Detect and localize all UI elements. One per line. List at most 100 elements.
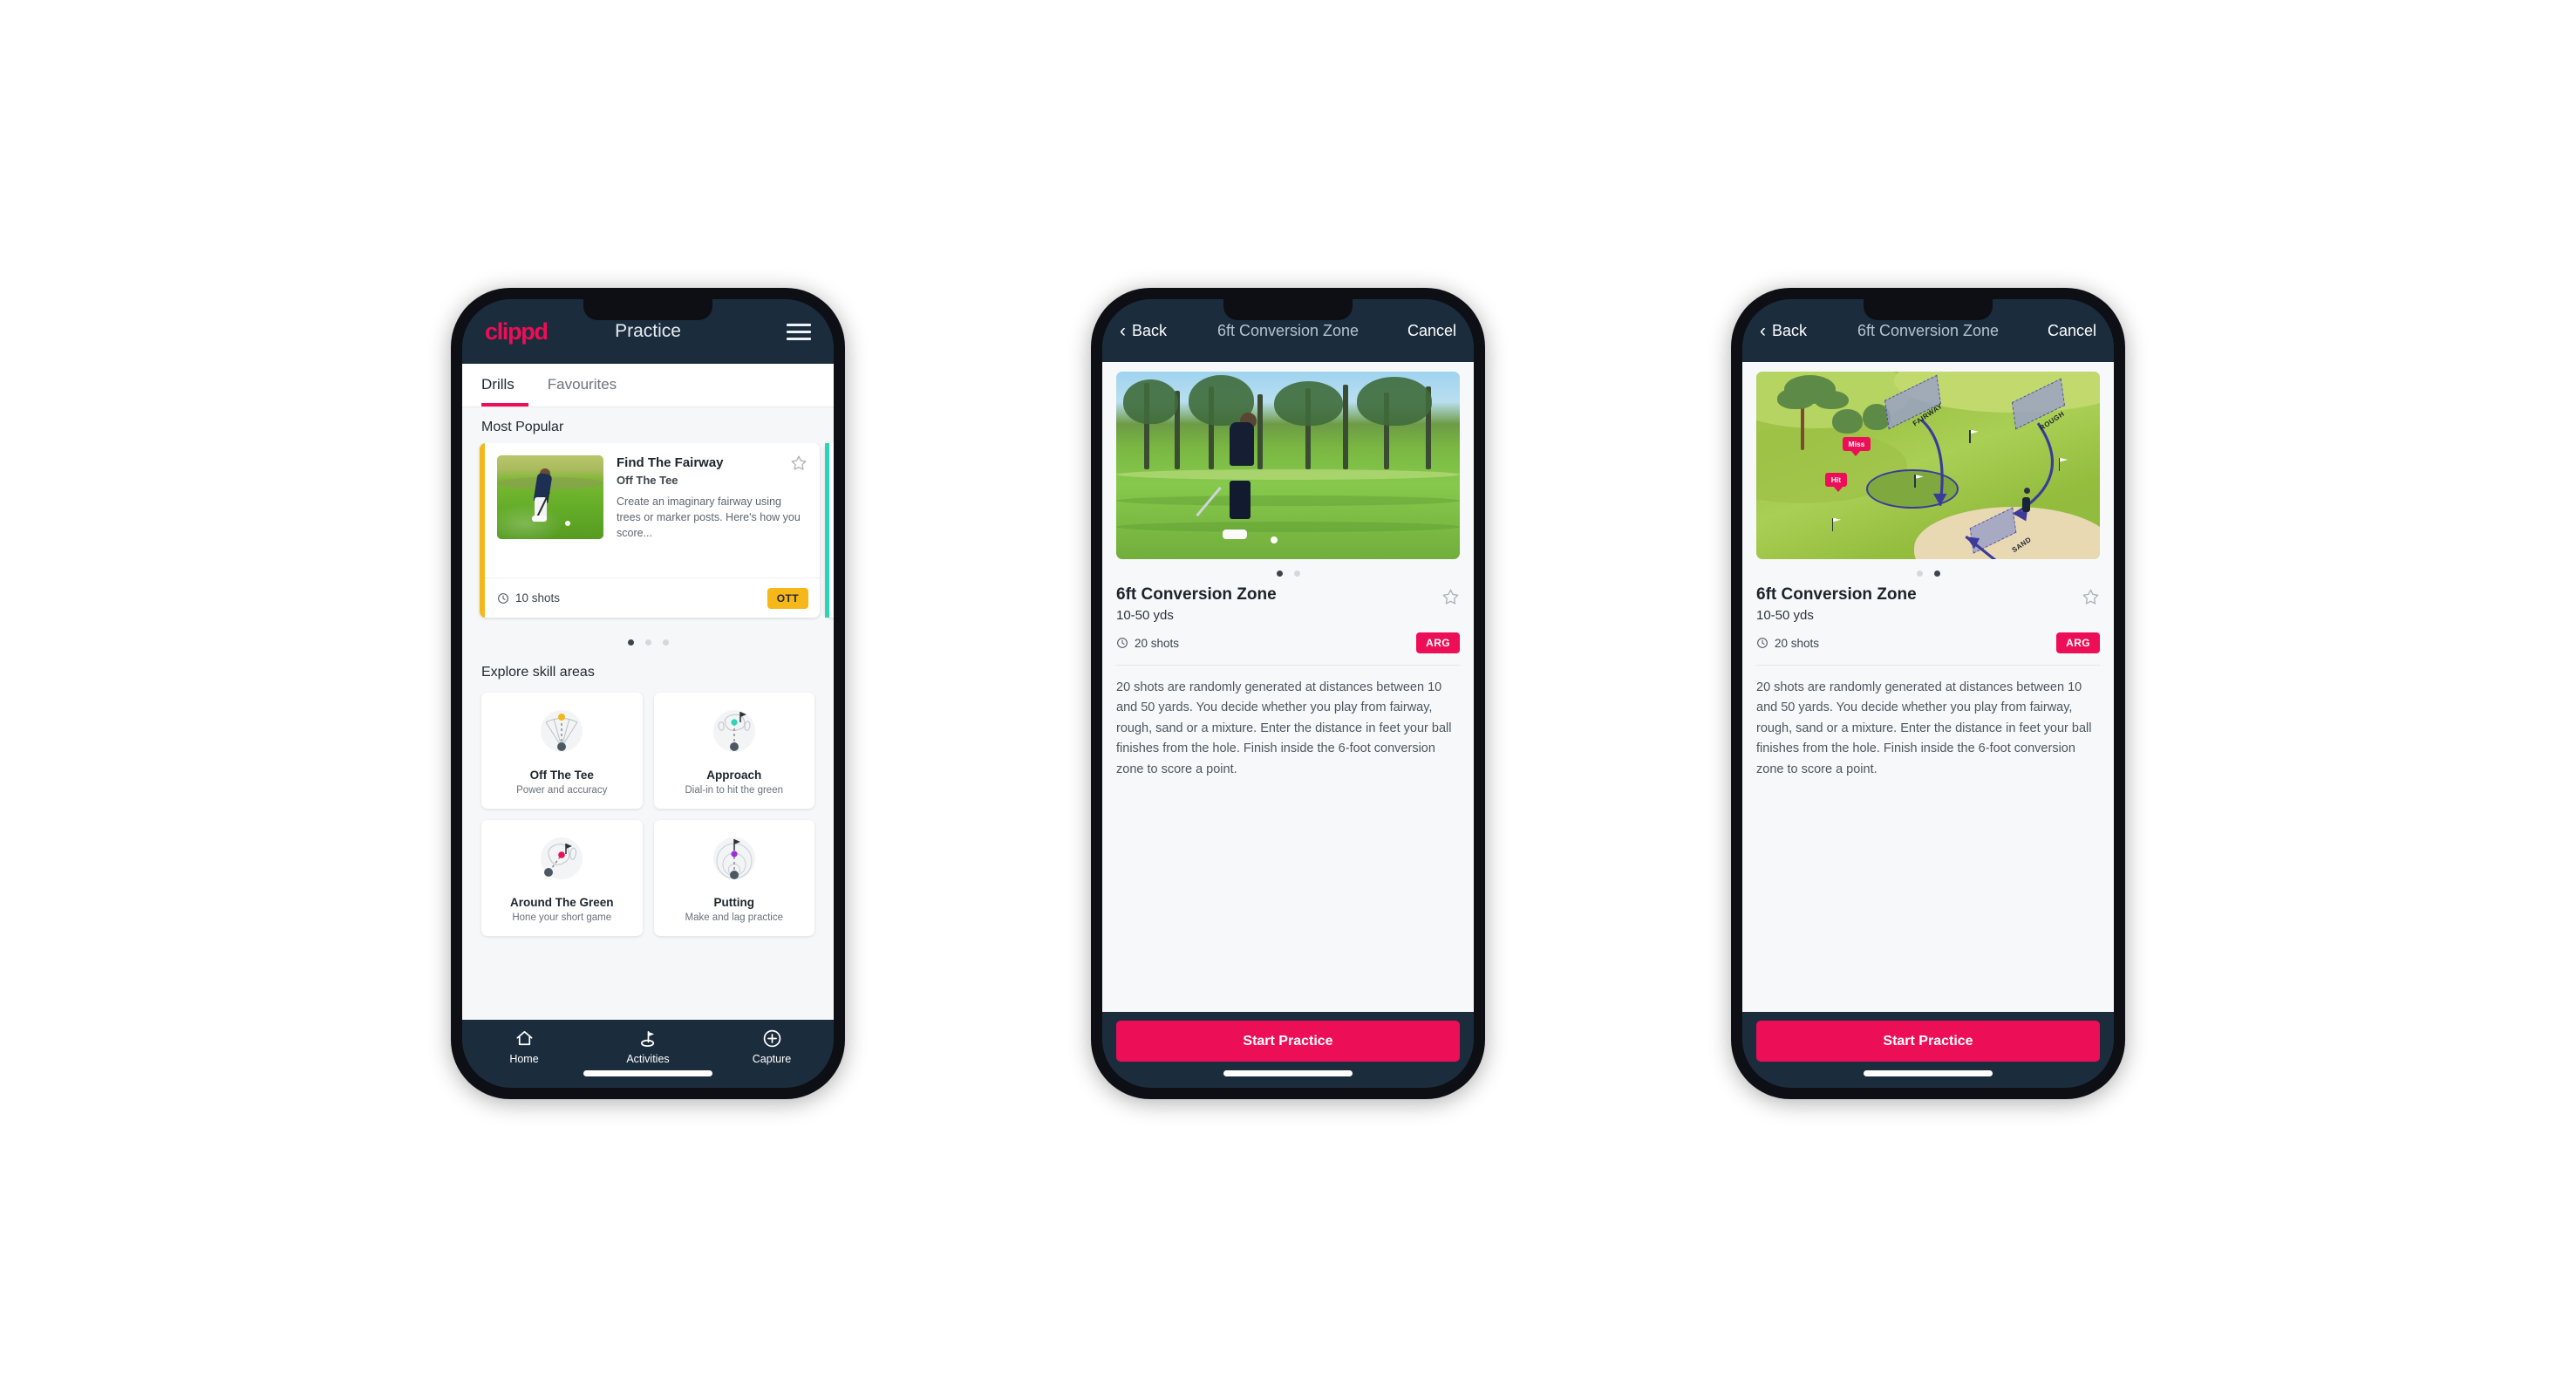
tag-hit: Hit [1824,473,1848,493]
clock-icon [498,592,508,604]
drill-detail-title: 6ft Conversion Zone [1116,585,1277,604]
skill-subtitle: Make and lag practice [685,912,783,923]
clock-icon [1117,638,1128,648]
most-popular-heading: Most Popular [481,420,564,434]
media-pagination-dots[interactable] [1116,559,1460,585]
drill-detail-heading: 6ft Conversion Zone 10-50 yds [1116,585,1460,623]
carousel-next-card-peek[interactable] [825,443,834,618]
skill-title: Off The Tee [529,769,594,782]
shot-trajectory-arrows [1920,418,2054,559]
tab-favourites-label: Favourites [547,376,617,393]
skill-card-approach[interactable]: Approach Dial-in to hit the green [653,693,814,809]
drill-media-illustration[interactable]: FAIRWAY ROUGH SAND Miss Hit [1756,372,2100,559]
drill-detail-badge: ARG [1416,632,1460,653]
media-pagination-dots[interactable] [1756,559,2100,585]
hamburger-icon[interactable] [787,323,811,340]
skill-title: Approach [706,769,762,782]
skill-title: Putting [713,896,755,909]
media-dot-1[interactable] [1276,571,1283,577]
star-outline-icon[interactable] [1441,588,1460,606]
drill-detail-heading: 6ft Conversion Zone 10-50 yds [1756,585,2100,623]
clock-icon [1757,638,1768,648]
carousel-pagination-dots[interactable] [462,625,834,653]
media-dot-2[interactable] [1293,571,1300,577]
phone-mockup-drill-detail-diagram: ‹ Back 6ft Conversion Zone Cancel FAIRWA… [1731,288,2125,1099]
chevron-left-icon: ‹ [1760,320,1766,341]
phone-mockup-practice-list: clippd Practice Drills Favourites Most P… [451,288,845,1099]
back-button[interactable]: ‹ Back [1760,322,1807,340]
chevron-left-icon: ‹ [1120,320,1126,341]
screenshot-stage: clippd Practice Drills Favourites Most P… [0,0,2576,1387]
cancel-button[interactable]: Cancel [2048,322,2096,340]
around-the-green-icon [541,837,583,879]
back-label: Back [1772,321,1808,339]
back-button[interactable]: ‹ Back [1120,322,1167,340]
nav-label-capture: Capture [752,1053,792,1065]
drill-detail-meta: 20 shots ARG [1756,632,2100,653]
practice-scroll-area[interactable]: Most Popular Find The Fairway Off The Te… [462,407,834,1020]
nav-label-home: Home [509,1053,539,1065]
flag-green-icon [640,1030,654,1047]
carousel-dot-1[interactable] [627,639,634,646]
media-dot-1[interactable] [1916,571,1923,577]
skill-subtitle: Power and accuracy [516,785,608,796]
star-outline-icon[interactable] [2082,588,2100,606]
skill-title: Around The Green [509,896,614,909]
home-indicator [1223,1070,1353,1076]
start-practice-button[interactable]: Start Practice [1756,1021,2100,1062]
drill-shots-count: 10 shots [515,591,561,605]
approach-icon [712,710,755,752]
clippd-logo: clippd [485,318,549,345]
phone-notch [1864,299,1993,320]
drill-detail-description: 20 shots are randomly generated at dista… [1756,680,2092,776]
tab-drills-label: Drills [481,376,515,393]
most-popular-carousel[interactable]: Find The Fairway Off The Tee Create an i… [462,443,834,625]
drill-detail-shots: 20 shots [1135,636,1180,650]
phone-notch [583,299,712,320]
drill-description: Create an imaginary fairway using trees … [617,495,801,540]
skill-card-putting[interactable]: Putting Make and lag practice [653,820,814,936]
drill-thumbnail [497,455,603,539]
home-indicator [1864,1070,1993,1076]
nav-item-activities[interactable]: Activities [586,1020,710,1074]
drill-detail-shots: 20 shots [1775,636,1820,650]
tag-miss: Miss [1842,437,1871,457]
drill-detail-description: 20 shots are randomly generated at dista… [1116,680,1452,776]
start-practice-button[interactable]: Start Practice [1116,1021,1460,1062]
drill-detail-badge: ARG [2056,632,2100,653]
skill-subtitle: Hone your short game [512,912,612,923]
explore-skill-areas-heading: Explore skill areas [481,665,595,680]
cancel-button[interactable]: Cancel [1407,322,1456,340]
bottom-navigation: Home Activities Capture [462,1020,834,1088]
nav-label-activities: Activities [626,1053,670,1065]
off-the-tee-icon [541,710,583,752]
tab-bar: Drills Favourites [462,364,834,407]
nav-item-capture[interactable]: Capture [710,1020,834,1074]
skill-card-off-the-tee[interactable]: Off The Tee Power and accuracy [481,693,643,809]
nav-item-home[interactable]: Home [462,1020,586,1074]
carousel-dot-3[interactable] [662,639,669,646]
skill-subtitle: Dial-in to hit the green [685,785,783,796]
phone-mockup-drill-detail-photo: ‹ Back 6ft Conversion Zone Cancel 6ft Co… [1091,288,1485,1099]
back-label: Back [1132,321,1168,339]
tab-favourites[interactable]: Favourites [548,364,630,407]
skill-areas-grid: Off The Tee Power and accuracy Approach … [462,688,834,950]
drill-detail-body: 6ft Conversion Zone 10-50 yds 20 shots A… [1102,362,1474,1012]
drill-category: Off The Tee [617,474,678,487]
carousel-dot-2[interactable] [644,639,651,646]
drill-detail-meta: 20 shots ARG [1116,632,1460,653]
media-dot-2[interactable] [1933,571,1940,577]
plus-circle-icon [763,1029,780,1048]
drill-detail-title: 6ft Conversion Zone [1756,585,1917,604]
star-outline-icon[interactable] [790,454,808,472]
drill-detail-yardage: 10-50 yds [1116,608,1174,623]
drill-card-find-the-fairway[interactable]: Find The Fairway Off The Tee Create an i… [480,443,820,618]
skill-card-around-the-green[interactable]: Around The Green Hone your short game [481,820,643,936]
home-indicator [583,1070,712,1076]
drill-detail-yardage: 10-50 yds [1756,608,1814,623]
drill-media-photo[interactable] [1116,372,1460,559]
tab-drills[interactable]: Drills [481,364,528,407]
putting-icon [712,837,755,879]
drill-detail-body: FAIRWAY ROUGH SAND Miss Hit 6ft Conversi… [1742,362,2114,1012]
phone-notch [1223,299,1353,320]
